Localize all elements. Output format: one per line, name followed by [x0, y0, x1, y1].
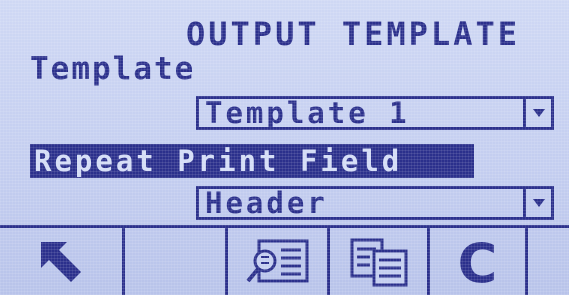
repeat-print-field-select[interactable]: Header	[196, 186, 554, 220]
repeat-print-field-value: Header	[205, 185, 328, 220]
softkey-copy[interactable]	[330, 228, 430, 295]
softkey-blank-right[interactable]	[528, 228, 569, 295]
template-select[interactable]: Template 1	[196, 96, 554, 130]
view-template-icon	[245, 239, 308, 282]
template-field-label: Template	[30, 51, 196, 87]
softkey-bar: C	[0, 225, 569, 295]
clear-icon: C	[457, 231, 498, 295]
repeat-print-field-label-text: Repeat Print Field	[34, 143, 403, 178]
softkey-view[interactable]	[228, 228, 330, 295]
template-select-value: Template 1	[205, 95, 410, 130]
copy-icon	[350, 238, 407, 286]
dropdown-arrow-icon[interactable]	[523, 189, 551, 217]
repeat-print-field-label: Repeat Print Field	[30, 144, 474, 178]
softkey-exit[interactable]	[0, 228, 125, 295]
softkey-blank[interactable]	[125, 228, 228, 295]
lcd-screen: OUTPUT TEMPLATE Template Template 1 Repe…	[0, 0, 569, 295]
softkey-clear[interactable]: C	[430, 228, 528, 295]
exit-arrow-icon	[41, 241, 81, 282]
dropdown-arrow-icon[interactable]	[523, 99, 551, 127]
page-title: OUTPUT TEMPLATE	[186, 15, 520, 53]
